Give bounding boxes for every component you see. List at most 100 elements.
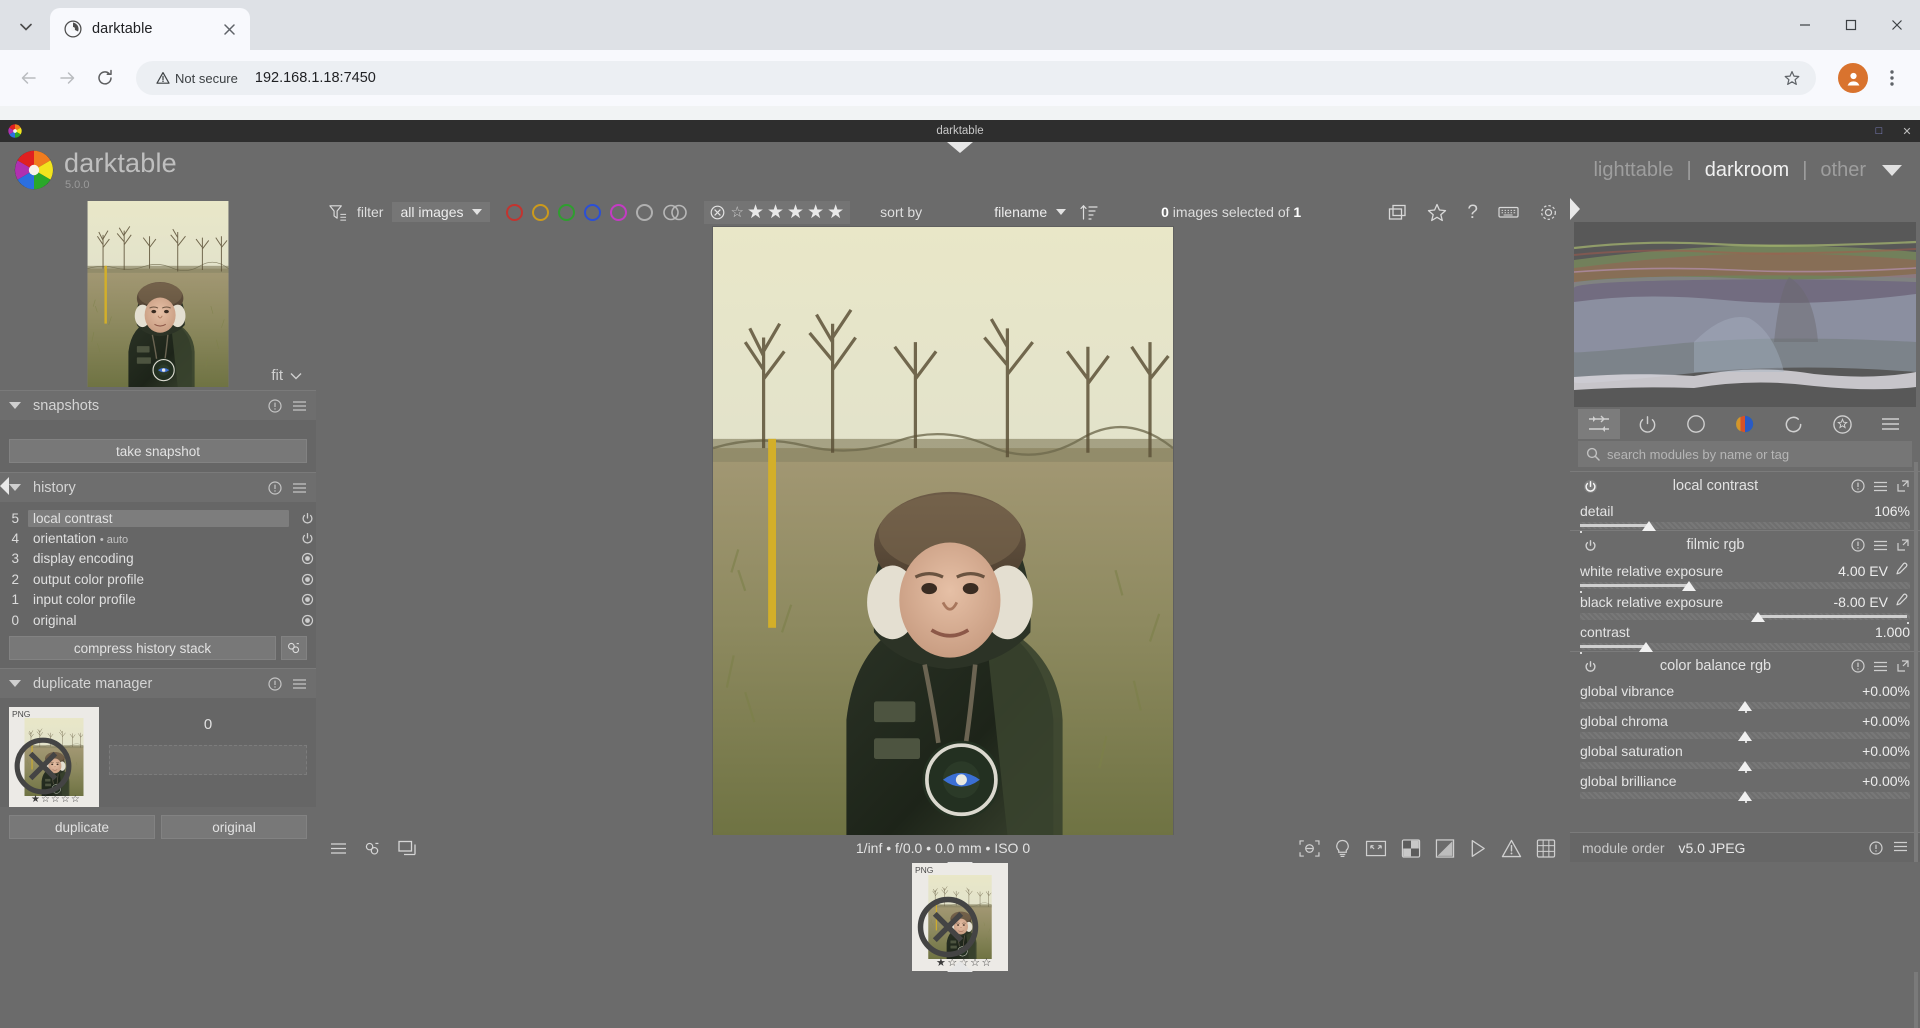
history-item[interactable]: 5 local contrast [0,508,316,528]
slider-detail[interactable]: detail 106% [1570,500,1920,533]
iso12646-icon[interactable] [1401,839,1421,858]
color-label-purple[interactable] [610,203,628,221]
window-minimize-button[interactable] [1782,0,1828,50]
reset-icon[interactable] [268,398,282,413]
duplicate-manager-header[interactable]: duplicate manager [0,668,316,699]
history-expander-icon[interactable] [9,484,21,491]
filmstrip-thumbnail[interactable]: PNG ★☆☆☆☆ [912,863,1008,971]
view-lighttable[interactable]: lighttable [1593,159,1673,182]
color-label-red[interactable] [506,203,524,221]
clipping-warning-icon[interactable] [1501,839,1522,858]
forward-button[interactable] [50,61,84,95]
reload-button[interactable] [88,61,122,95]
presets-icon[interactable] [1873,540,1888,551]
hamburger-icon[interactable] [292,678,307,690]
softproof-icon[interactable] [1469,839,1487,858]
profile-avatar[interactable] [1838,63,1868,93]
module-search-box[interactable]: search modules by name or tag [1578,441,1912,467]
duplicate-thumb-rating[interactable]: ★☆☆☆☆ [31,794,81,805]
power-icon[interactable] [298,532,316,545]
sort-ascending-icon[interactable] [1080,204,1099,221]
history-item[interactable]: 3 display encoding [0,549,316,569]
slider-track[interactable] [1580,581,1910,593]
filter-icon[interactable] [328,203,347,222]
window-maximize-button[interactable] [1828,0,1874,50]
reject-icon[interactable] [710,205,725,220]
slider-track[interactable] [1580,521,1910,533]
rating-star-0[interactable]: ☆ [730,205,743,220]
dt-close-button[interactable]: ✕ [1900,125,1914,138]
main-preview-image[interactable] [713,227,1173,835]
bookmark-star-icon[interactable] [1778,64,1806,92]
second-window-icon[interactable] [398,840,416,856]
tab-active-modules[interactable] [1578,409,1620,439]
view-darkroom[interactable]: darkroom [1705,159,1789,182]
tab-search-button[interactable] [8,10,44,44]
slider-track[interactable] [1580,701,1910,713]
view-switcher-caret-icon[interactable] [1882,164,1902,176]
slider-track[interactable] [1580,791,1910,803]
history-item[interactable]: 1 input color profile [0,590,316,610]
duplicate-thumbnail[interactable]: PNG ★☆☆☆☆ [9,707,99,808]
help-icon[interactable]: ? [1467,203,1478,222]
presets-icon[interactable] [1873,481,1888,492]
lighting-icon[interactable] [1334,839,1351,858]
color-picker-icon[interactable] [1892,593,1910,607]
multi-instance-icon[interactable] [1896,659,1910,673]
slider-track[interactable] [1580,731,1910,743]
overlays-star-icon[interactable] [1427,203,1447,222]
site-security-chip[interactable]: Not secure [150,68,247,89]
duplicate-manager-expander-icon[interactable] [9,680,21,688]
grouping-icon[interactable] [1388,204,1407,221]
rating-star-2[interactable]: ★ [767,203,784,222]
reset-icon[interactable] [1851,479,1865,493]
rating-star-5[interactable]: ★ [827,203,844,222]
module-header-color-balance-rgb[interactable]: color balance rgb [1570,651,1920,680]
color-picker-icon[interactable] [1892,562,1910,576]
slider-white-relative-exposure[interactable]: white relative exposure 4.00 EV [1570,559,1920,593]
color-label-blue[interactable] [584,203,602,221]
history-item[interactable]: 0 original [0,610,316,630]
slider-track[interactable] [1580,642,1910,654]
multi-instance-icon[interactable] [1896,479,1910,493]
window-close-button[interactable] [1874,0,1920,50]
preferences-gear-icon[interactable] [1539,203,1558,222]
dt-maximize-button[interactable]: □ [1872,125,1886,137]
navigation-zoom-selector[interactable]: fit [271,367,302,384]
presets-icon[interactable] [1873,661,1888,672]
tab-module-presets[interactable] [1870,409,1912,439]
reset-icon[interactable] [1851,538,1865,552]
history-header[interactable]: history [0,472,316,502]
rating-star-3[interactable]: ★ [787,203,804,222]
slider-global-brilliance[interactable]: global brilliance +0.00% [1570,770,1920,803]
multi-instance-icon[interactable] [1896,538,1910,552]
shortcuts-keyboard-icon[interactable] [1498,205,1519,219]
reset-icon[interactable] [268,480,282,495]
duplicate-name-input[interactable] [109,745,307,776]
duplicate-icon[interactable] [364,841,381,856]
module-order-bar[interactable]: module order v5.0 JPEG [1570,832,1920,862]
slider-global-chroma[interactable]: global chroma +0.00% [1570,710,1920,743]
rating-star-4[interactable]: ★ [807,203,824,222]
collapse-filmstrip-handle-bottom[interactable] [947,961,973,972]
histogram-waveform-scope[interactable] [1574,222,1916,407]
power-icon[interactable] [298,512,316,525]
guides-grid-icon[interactable] [1536,839,1556,858]
fullpreview-icon[interactable] [1365,840,1387,857]
filter-value-dropdown[interactable]: all images [392,202,491,223]
gamut-check-icon[interactable] [1435,839,1455,858]
original-button[interactable]: original [161,815,307,840]
module-order-value[interactable]: v5.0 JPEG [1679,840,1746,856]
view-other[interactable]: other [1820,159,1866,182]
take-snapshot-button[interactable]: take snapshot [9,439,307,463]
browser-menu-button[interactable] [1876,61,1908,95]
slider-black-relative-exposure[interactable]: black relative exposure -8.00 EV [1570,590,1920,624]
tab-color-group[interactable] [1724,409,1766,439]
address-bar[interactable]: Not secure 192.168.1.18:7450 [136,61,1816,95]
slider-global-vibrance[interactable]: global vibrance +0.00% [1570,680,1920,713]
collapse-right-panel-handle[interactable] [1570,198,1920,220]
collapse-top-panel-handle[interactable] [947,142,973,153]
duplicate-button[interactable]: duplicate [9,815,155,840]
close-icon[interactable] [218,18,240,40]
history-item[interactable]: 2 output color profile [0,569,316,589]
